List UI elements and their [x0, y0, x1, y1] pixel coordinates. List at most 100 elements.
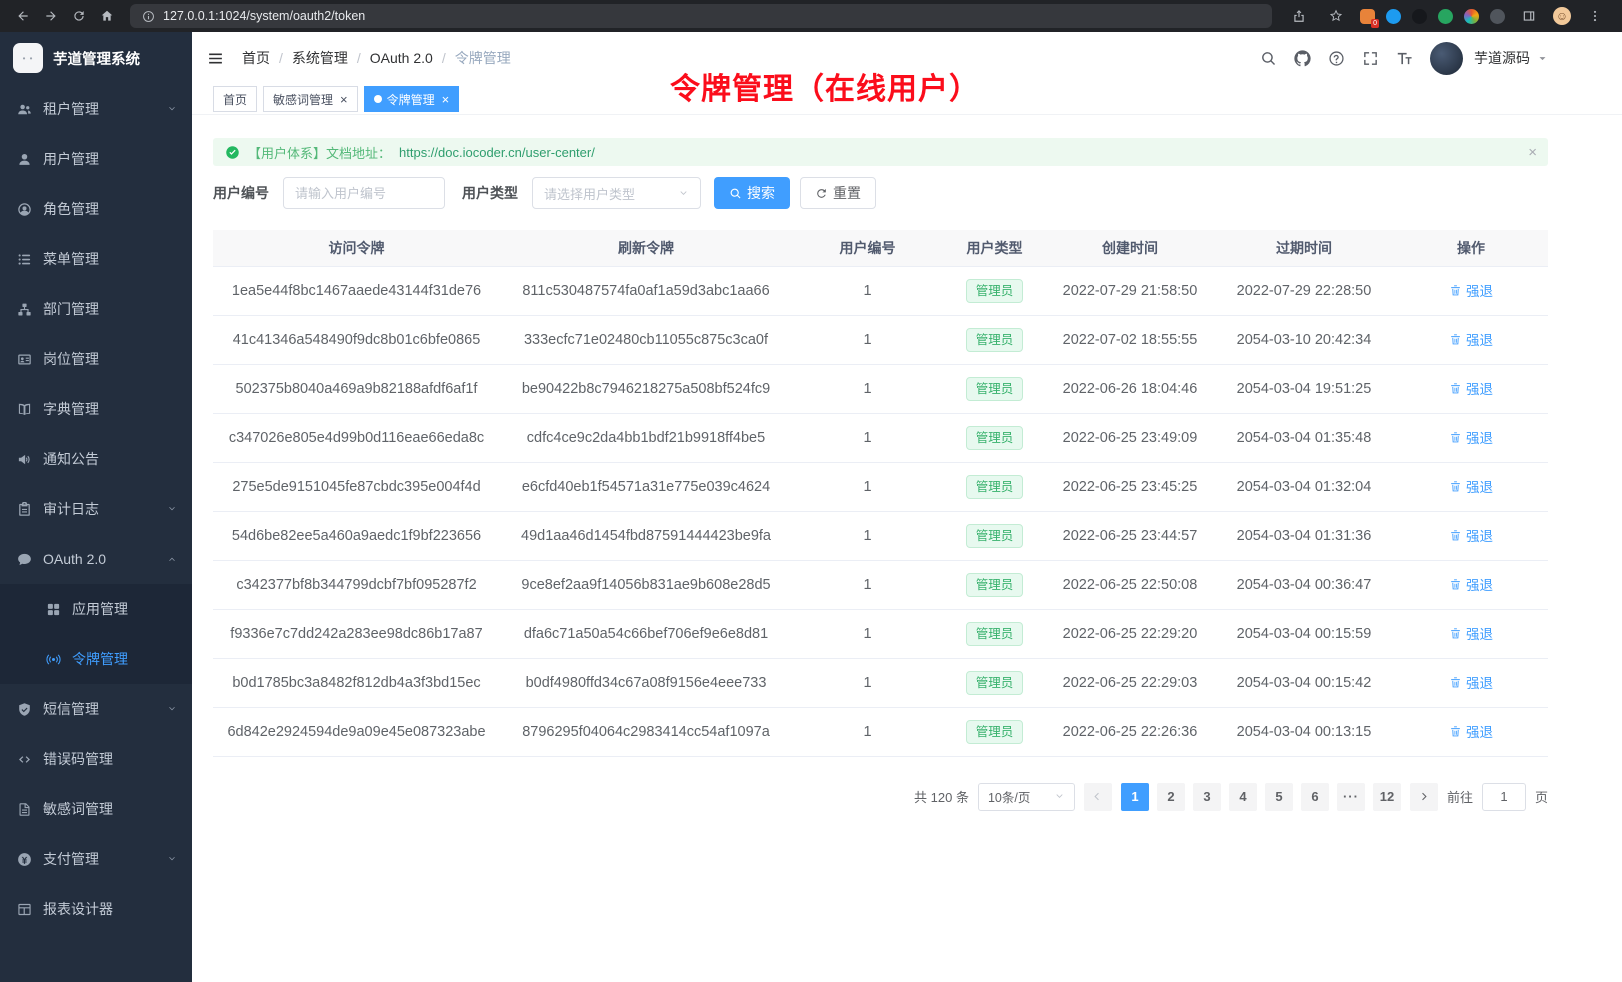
force-logout-button[interactable]: 强退: [1449, 476, 1493, 496]
page-content: 【用户体系】文档地址： https://doc.iocoder.cn/user-…: [192, 115, 1622, 982]
sidebar-item-sms[interactable]: 短信管理: [0, 684, 192, 734]
extension-multicolor-icon[interactable]: [1464, 9, 1479, 24]
user-id-input[interactable]: [283, 177, 445, 209]
goto-page-input[interactable]: [1482, 783, 1526, 811]
trash-icon: [1449, 431, 1462, 444]
share-icon[interactable]: [1286, 4, 1312, 28]
force-logout-label: 强退: [1466, 280, 1493, 300]
tab-home[interactable]: 首页: [213, 86, 257, 112]
user-avatar[interactable]: [1430, 42, 1463, 75]
user-type-cell: 管理员: [943, 511, 1046, 560]
browser-profile-avatar[interactable]: ☺: [1553, 7, 1571, 25]
browser-menu-icon[interactable]: [1582, 4, 1608, 28]
trash-icon: [1449, 676, 1462, 689]
sidebar-item-pay[interactable]: 支付管理: [0, 834, 192, 884]
sidebar-item-role[interactable]: 角色管理: [0, 184, 192, 234]
browser-home-icon[interactable]: [94, 4, 120, 28]
user-type-select[interactable]: 请选择用户类型: [532, 177, 701, 209]
browser-back-icon[interactable]: [10, 4, 36, 28]
fullscreen-icon[interactable]: [1362, 50, 1379, 67]
tab-label: 令牌管理: [387, 91, 435, 108]
extension-green-icon[interactable]: [1438, 9, 1453, 24]
breadcrumb-item[interactable]: 首页: [242, 48, 270, 68]
sidebar-item-label: 审计日志: [43, 499, 99, 519]
action-cell: 强退: [1394, 511, 1548, 560]
github-icon[interactable]: [1294, 50, 1311, 67]
prev-page-button[interactable]: [1084, 783, 1112, 811]
extension-blue-icon[interactable]: [1386, 9, 1401, 24]
sidebar-item-dict[interactable]: 字典管理: [0, 384, 192, 434]
force-logout-button[interactable]: 强退: [1449, 280, 1493, 300]
extension-gray-icon[interactable]: [1490, 9, 1505, 24]
sidebar-item-menu[interactable]: 菜单管理: [0, 234, 192, 284]
active-tab-dot: [374, 95, 382, 103]
side-panel-icon[interactable]: [1516, 4, 1542, 28]
sidebar-item-oauth2-app[interactable]: 应用管理: [0, 584, 192, 634]
sidebar-item-oauth2[interactable]: OAuth 2.0: [0, 534, 192, 584]
breadcrumb-item[interactable]: OAuth 2.0: [370, 50, 433, 66]
force-logout-button[interactable]: 强退: [1449, 623, 1493, 643]
sidebar-item-oauth2-token[interactable]: 令牌管理: [0, 634, 192, 684]
sidebar-collapse-icon[interactable]: [207, 50, 224, 67]
breadcrumb: 首页/系统管理/OAuth 2.0/令牌管理: [242, 48, 511, 68]
page-button-6[interactable]: 6: [1301, 783, 1329, 811]
access-token-cell: 41c41346a548490f9dc8b01c6bfe0865: [213, 315, 500, 364]
bookmark-star-icon[interactable]: [1323, 4, 1349, 28]
reset-button-label: 重置: [833, 183, 861, 203]
sidebar-item-notice[interactable]: 通知公告: [0, 434, 192, 484]
tab-token[interactable]: 令牌管理 ×: [364, 86, 460, 112]
more-pages-button[interactable]: ···: [1337, 783, 1365, 811]
next-page-button[interactable]: [1410, 783, 1438, 811]
tab-label: 敏感词管理: [273, 91, 333, 108]
extension-black-icon[interactable]: [1412, 9, 1427, 24]
reset-button[interactable]: 重置: [800, 177, 876, 209]
search-icon[interactable]: [1260, 50, 1277, 67]
force-logout-button[interactable]: 强退: [1449, 574, 1493, 594]
tab-sensitive-word[interactable]: 敏感词管理 ×: [263, 86, 358, 112]
sidebar-item-post[interactable]: 岗位管理: [0, 334, 192, 384]
breadcrumb-item[interactable]: 系统管理: [292, 48, 348, 68]
force-logout-button[interactable]: 强退: [1449, 329, 1493, 349]
force-logout-label: 强退: [1466, 525, 1493, 545]
sidebar-item-tenant[interactable]: 租户管理: [0, 84, 192, 134]
app-logo[interactable]: • • 芋道管理系统: [0, 32, 192, 84]
force-logout-button[interactable]: 强退: [1449, 672, 1493, 692]
page-button-4[interactable]: 4: [1229, 783, 1257, 811]
page-button-1[interactable]: 1: [1121, 783, 1149, 811]
sidebar-item-audit-log[interactable]: 审计日志: [0, 484, 192, 534]
force-logout-button[interactable]: 强退: [1449, 427, 1493, 447]
doc-link[interactable]: https://doc.iocoder.cn/user-center/: [399, 145, 595, 160]
page-button-3[interactable]: 3: [1193, 783, 1221, 811]
sidebar-item-user[interactable]: 用户管理: [0, 134, 192, 184]
url-bar[interactable]: 127.0.0.1:1024/system/oauth2/token: [130, 4, 1272, 28]
user-name[interactable]: 芋道源码: [1474, 48, 1530, 68]
force-logout-button[interactable]: 强退: [1449, 525, 1493, 545]
close-icon[interactable]: ×: [340, 93, 348, 106]
trash-icon: [1449, 284, 1462, 297]
page-button-12[interactable]: 12: [1373, 783, 1401, 811]
expire-time-cell: 2022-07-29 22:28:50: [1214, 266, 1394, 315]
close-icon[interactable]: ×: [1528, 144, 1537, 161]
sidebar-item-sensitive-word[interactable]: 敏感词管理: [0, 784, 192, 834]
sidebar-item-report-designer[interactable]: 报表设计器: [0, 884, 192, 934]
site-info-icon[interactable]: [142, 10, 155, 23]
chevron-down-icon[interactable]: [1537, 53, 1548, 64]
sidebar-item-dept[interactable]: 部门管理: [0, 284, 192, 334]
close-icon[interactable]: ×: [442, 93, 450, 106]
page-button-2[interactable]: 2: [1157, 783, 1185, 811]
browser-forward-icon[interactable]: [38, 4, 64, 28]
token-table: 访问令牌刷新令牌用户编号用户类型创建时间过期时间操作 1ea5e44f8bc14…: [213, 230, 1548, 757]
extension-orange-icon[interactable]: 0: [1360, 9, 1375, 24]
force-logout-button[interactable]: 强退: [1449, 721, 1493, 741]
font-size-icon[interactable]: [1396, 50, 1413, 67]
page-size-select[interactable]: 10条/页: [978, 783, 1075, 811]
column-header: 刷新令牌: [500, 230, 792, 266]
page-button-5[interactable]: 5: [1265, 783, 1293, 811]
search-button[interactable]: 搜索: [714, 177, 790, 209]
browser-reload-icon[interactable]: [66, 4, 92, 28]
force-logout-button[interactable]: 强退: [1449, 378, 1493, 398]
sidebar-item-error-code[interactable]: 错误码管理: [0, 734, 192, 784]
create-time-cell: 2022-06-25 22:29:03: [1046, 658, 1214, 707]
refresh-token-cell: b0df4980ffd34c67a08f9156e4eee733: [500, 658, 792, 707]
help-icon[interactable]: [1328, 50, 1345, 67]
